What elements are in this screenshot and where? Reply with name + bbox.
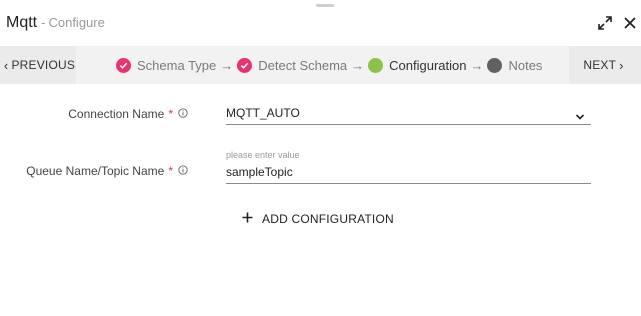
info-icon[interactable] <box>178 107 188 121</box>
title-separator: - <box>41 15 46 30</box>
check-icon <box>237 57 253 73</box>
queue-name-text: Queue Name/Topic Name <box>26 164 165 178</box>
pending-step-dot-icon <box>487 57 503 73</box>
step-schema-type[interactable]: Schema Type <box>116 57 217 73</box>
check-icon <box>116 57 131 73</box>
connection-name-value: MQTT_AUTO <box>226 106 300 120</box>
step-label: Notes <box>508 57 543 73</box>
previous-label: PREVIOUS <box>11 58 76 72</box>
dialog-header: Mqtt - Configure <box>0 0 641 46</box>
info-icon[interactable] <box>178 164 188 178</box>
close-icon[interactable] <box>622 15 638 31</box>
required-mark: * <box>168 107 173 121</box>
add-configuration-label: ADD CONFIGURATION <box>262 212 394 226</box>
step-configuration[interactable]: Configuration <box>368 57 467 73</box>
queue-name-label: Queue Name/Topic Name * <box>26 164 188 178</box>
connection-name-select[interactable]: MQTT_AUTO <box>226 106 591 125</box>
required-mark: * <box>168 164 173 178</box>
next-button[interactable]: NEXT › <box>569 46 641 84</box>
mode-label: Configure <box>48 15 105 30</box>
queue-name-field <box>226 163 591 184</box>
active-step-dot-icon <box>368 57 384 73</box>
dialog-title: Mqtt - Configure <box>6 14 105 32</box>
previous-button[interactable]: ‹ PREVIOUS <box>0 46 76 84</box>
connection-name-text: Connection Name <box>68 107 165 121</box>
chevron-left-icon: ‹ <box>3 57 9 73</box>
step-detect-schema[interactable]: Detect Schema <box>237 57 348 73</box>
step-arrow: → <box>220 57 234 73</box>
queue-helper-text: please enter value <box>226 150 300 160</box>
step-arrow: → <box>470 57 484 73</box>
add-configuration-button[interactable]: ADD CONFIGURATION <box>242 210 394 228</box>
wizard-bar: ‹ PREVIOUS Schema Type → Detect Schema →… <box>0 46 641 84</box>
step-label: Detect Schema <box>258 57 348 73</box>
step-notes[interactable]: Notes <box>487 57 543 73</box>
wizard-steps: Schema Type → Detect Schema → Configurat… <box>116 46 542 84</box>
queue-name-input[interactable] <box>226 165 591 183</box>
step-label: Configuration <box>389 57 467 73</box>
step-label: Schema Type <box>137 57 217 73</box>
app-name: Mqtt <box>6 14 38 31</box>
chevron-right-icon: › <box>619 57 624 73</box>
plus-icon <box>242 212 253 226</box>
expand-icon[interactable] <box>597 15 613 31</box>
chevron-down-icon[interactable] <box>575 108 585 126</box>
connection-name-label: Connection Name * <box>68 107 188 121</box>
next-label: NEXT <box>583 58 617 72</box>
step-arrow: → <box>351 57 365 73</box>
